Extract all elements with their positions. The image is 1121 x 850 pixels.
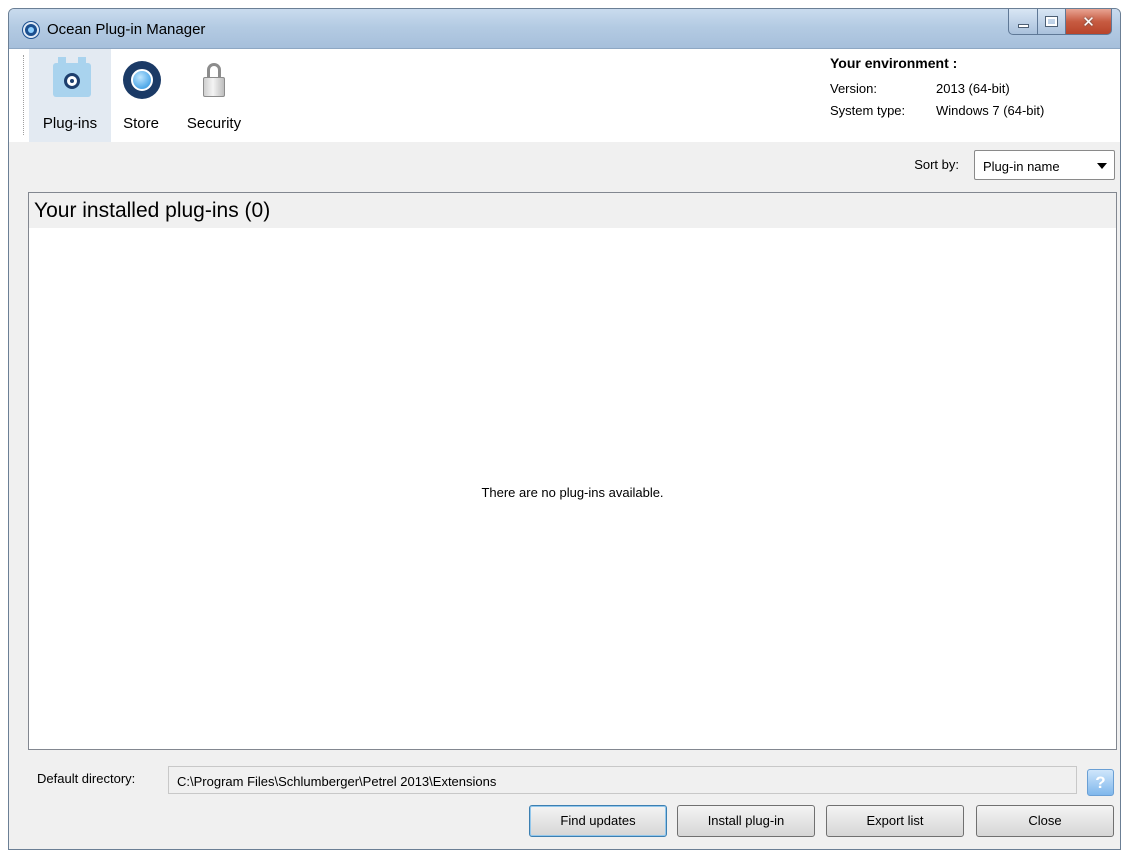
default-directory-field[interactable]: C:\Program Files\Schlumberger\Petrel 201… bbox=[168, 766, 1077, 794]
version-label: Version: bbox=[830, 80, 877, 96]
sort-label: Sort by: bbox=[914, 157, 959, 172]
system-type-value: Windows 7 (64-bit) bbox=[936, 102, 1045, 118]
sort-bar: Sort by: Plug-in name bbox=[9, 142, 1120, 192]
maximize-button[interactable] bbox=[1038, 9, 1066, 35]
environment-system-row: System type: Windows 7 (64-bit) bbox=[830, 99, 1110, 121]
toolbar-item-store[interactable]: Store bbox=[116, 49, 166, 142]
environment-version-row: Version: 2013 (64-bit) bbox=[830, 77, 1110, 99]
chevron-down-icon bbox=[1097, 163, 1107, 169]
plugin-manager-window: Ocean Plug-in Manager ✕ Plug-ins Store S… bbox=[8, 8, 1121, 850]
version-value: 2013 (64-bit) bbox=[936, 80, 1010, 96]
title-bar[interactable]: Ocean Plug-in Manager ✕ bbox=[9, 9, 1120, 49]
system-type-label: System type: bbox=[830, 102, 906, 118]
caption-buttons: ✕ bbox=[1008, 9, 1112, 35]
sort-selected-value: Plug-in name bbox=[983, 159, 1060, 174]
installed-plugins-panel[interactable]: Your installed plug-ins (0) There are no… bbox=[28, 192, 1117, 750]
toolbar-item-plugins[interactable]: Plug-ins bbox=[29, 49, 111, 142]
install-plugin-button[interactable]: Install plug-in bbox=[677, 805, 815, 837]
maximize-icon bbox=[1045, 16, 1058, 27]
default-directory-label: Default directory: bbox=[37, 771, 136, 786]
minimize-button[interactable] bbox=[1008, 9, 1038, 35]
help-icon[interactable]: ? bbox=[1087, 769, 1114, 796]
installed-plugins-header: Your installed plug-ins (0) bbox=[29, 193, 1116, 228]
store-icon bbox=[123, 61, 161, 99]
app-icon[interactable] bbox=[23, 22, 39, 38]
minimize-icon bbox=[1017, 23, 1029, 28]
toolbar-item-label: Security bbox=[186, 115, 242, 132]
close-icon: ✕ bbox=[1082, 13, 1095, 31]
window-title: Ocean Plug-in Manager bbox=[47, 21, 206, 38]
toolbar-item-label: Plug-ins bbox=[42, 115, 98, 132]
toolbar-item-security[interactable]: Security bbox=[174, 49, 254, 142]
empty-message: There are no plug-ins available. bbox=[481, 485, 664, 500]
main-toolbar: Plug-ins Store Security Your environment… bbox=[9, 49, 1120, 142]
sort-select[interactable]: Plug-in name bbox=[974, 150, 1115, 180]
environment-info: Your environment : Version: 2013 (64-bit… bbox=[830, 55, 1110, 121]
close-window-button[interactable]: ✕ bbox=[1066, 9, 1112, 35]
close-button[interactable]: Close bbox=[976, 805, 1114, 837]
toolbar-item-label: Store bbox=[123, 115, 159, 132]
lock-icon bbox=[203, 63, 225, 99]
plugin-icon bbox=[53, 57, 91, 97]
environment-header: Your environment : bbox=[830, 55, 958, 71]
toolbar-grip[interactable] bbox=[23, 55, 25, 135]
export-list-button[interactable]: Export list bbox=[826, 805, 964, 837]
find-updates-button[interactable]: Find updates bbox=[529, 805, 667, 837]
